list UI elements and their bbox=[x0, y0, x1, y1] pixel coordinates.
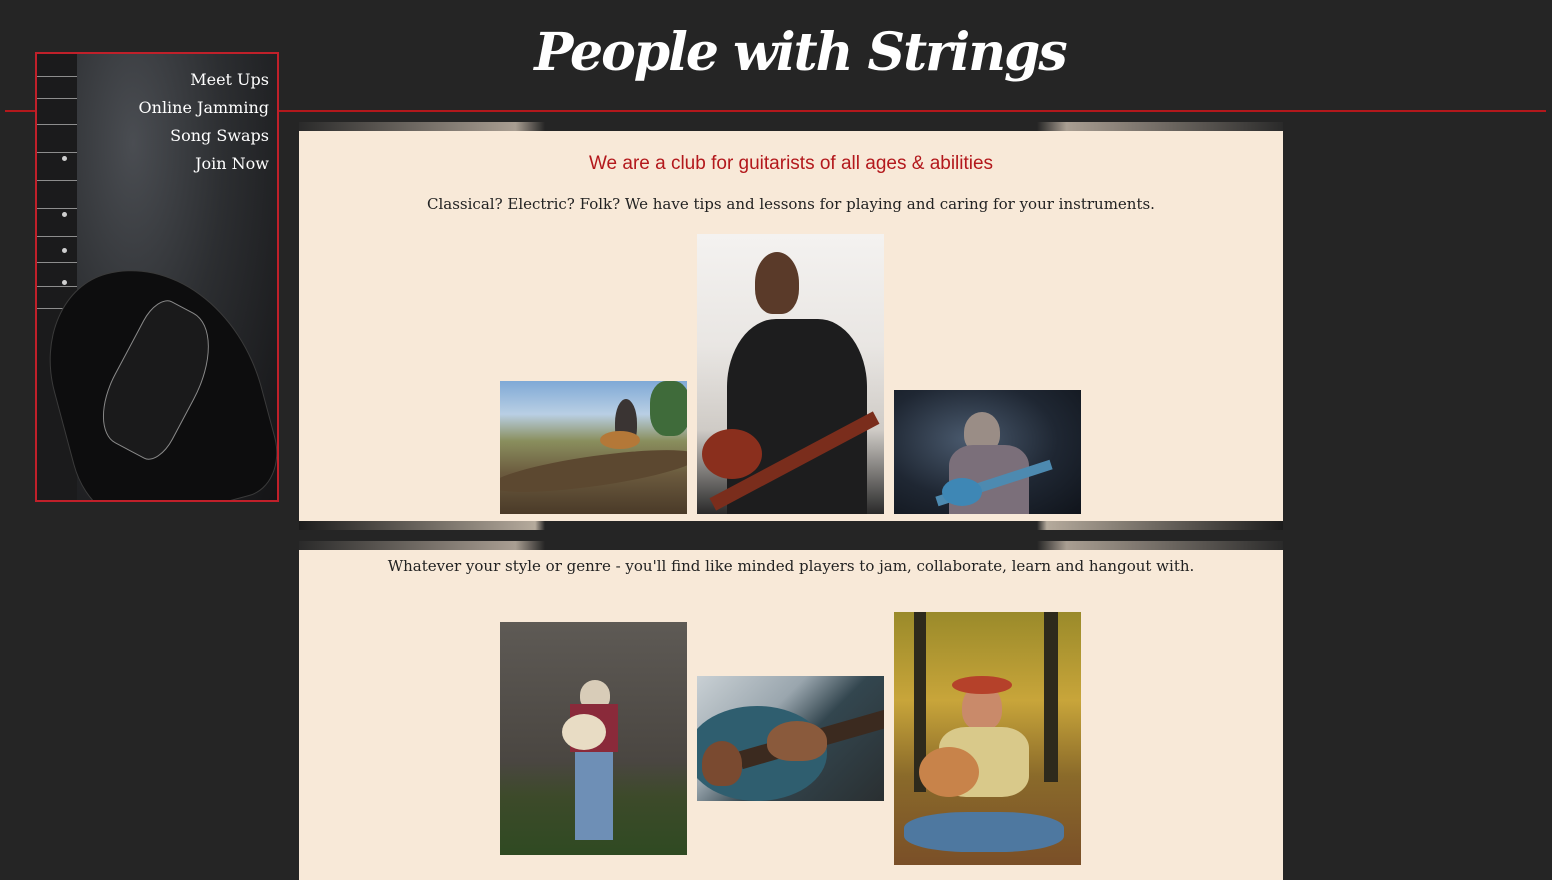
guitarist-on-palm-trunk-photo bbox=[500, 381, 687, 514]
woman-autumn-forest-guitar-photo bbox=[894, 612, 1081, 865]
hands-fretting-guitar-photo bbox=[697, 676, 884, 801]
singer-stage-bass-photo bbox=[894, 390, 1081, 514]
cowboy-acoustic-barn-photo bbox=[500, 622, 687, 855]
panel-top-edge bbox=[299, 541, 1283, 550]
community-panel: Whatever your style or genre - you'll fi… bbox=[299, 550, 1283, 880]
sidebar: Meet Ups Online Jamming Song Swaps Join … bbox=[35, 52, 279, 502]
nav-link-join-now[interactable]: Join Now bbox=[139, 150, 269, 178]
intro-panel: We are a club for guitarists of all ages… bbox=[299, 131, 1283, 521]
panel-top-edge bbox=[299, 122, 1283, 131]
main-nav: Meet Ups Online Jamming Song Swaps Join … bbox=[139, 66, 269, 178]
nav-link-song-swaps[interactable]: Song Swaps bbox=[139, 122, 269, 150]
bassist-man-bun-photo bbox=[697, 234, 884, 514]
panel-bottom-edge bbox=[299, 521, 1283, 530]
nav-link-online-jamming[interactable]: Online Jamming bbox=[139, 94, 269, 122]
intro-text: Classical? Electric? Folk? We have tips … bbox=[427, 195, 1155, 213]
nav-link-meet-ups[interactable]: Meet Ups bbox=[139, 66, 269, 94]
community-text: Whatever your style or genre - you'll fi… bbox=[387, 557, 1195, 575]
intro-heading: We are a club for guitarists of all ages… bbox=[588, 153, 994, 174]
